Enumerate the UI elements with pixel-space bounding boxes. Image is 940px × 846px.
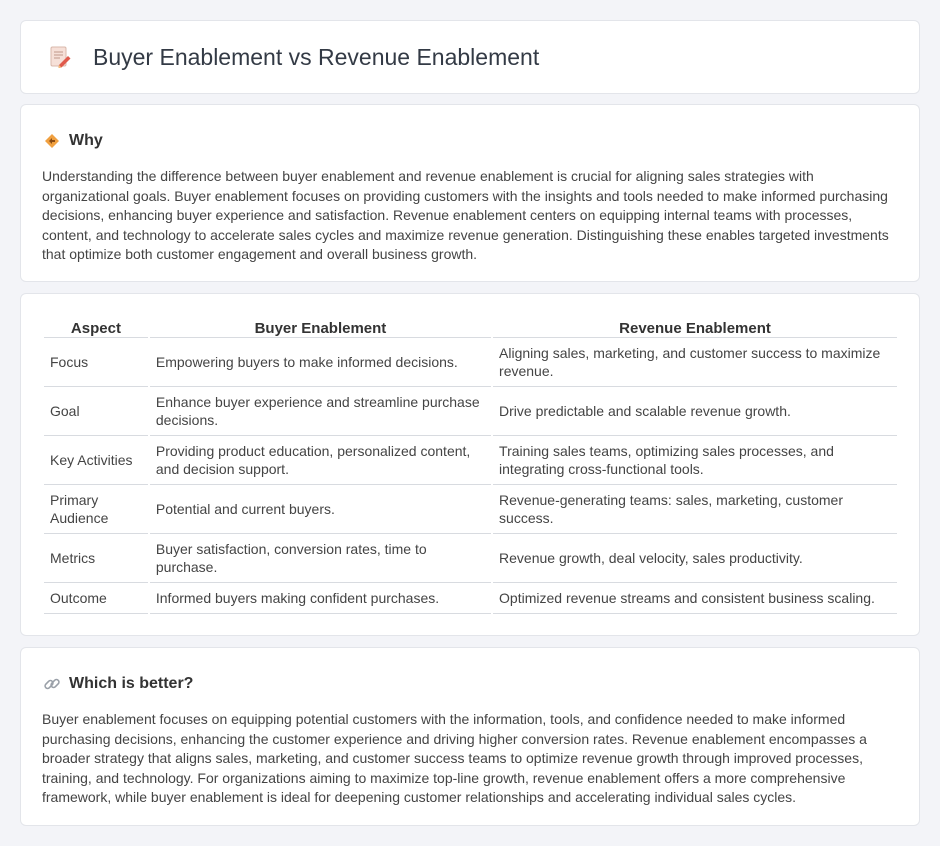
table-row: Metrics Buyer satisfaction, conversion r… — [44, 534, 897, 583]
column-header-buyer: Buyer Enablement — [149, 317, 492, 338]
why-text: Understanding the difference between buy… — [42, 168, 889, 262]
row-revenue: Revenue growth, deal velocity, sales pro… — [493, 534, 897, 583]
table-row: Goal Enhance buyer experience and stream… — [44, 387, 897, 436]
row-buyer: Providing product education, personalize… — [149, 436, 492, 485]
comparison-card: Aspect Buyer Enablement Revenue Enableme… — [20, 293, 920, 636]
table-row: Key Activities Providing product educati… — [44, 436, 897, 485]
table-header-row: Aspect Buyer Enablement Revenue Enableme… — [44, 317, 897, 338]
page-title: Buyer Enablement vs Revenue Enablement — [93, 43, 540, 70]
row-aspect: Outcome — [44, 583, 148, 614]
row-buyer: Enhance buyer experience and streamline … — [149, 387, 492, 436]
row-revenue: Drive predictable and scalable revenue g… — [493, 387, 897, 436]
title-card: Buyer Enablement vs Revenue Enablement — [20, 20, 920, 94]
row-buyer: Empowering buyers to make informed decis… — [149, 338, 492, 387]
why-section: Why Understanding the difference between… — [20, 104, 920, 282]
which-better-heading: Which is better? — [69, 675, 194, 692]
document-pencil-icon — [47, 44, 73, 70]
comparison-table: Aspect Buyer Enablement Revenue Enableme… — [42, 317, 899, 614]
row-aspect: Key Activities — [44, 436, 148, 485]
row-revenue: Revenue-generating teams: sales, marketi… — [493, 485, 897, 534]
link-icon — [43, 675, 61, 693]
which-better-section: Which is better? Buyer enablement focuse… — [20, 647, 920, 826]
row-revenue: Optimized revenue streams and consistent… — [493, 583, 897, 614]
row-aspect: Goal — [44, 387, 148, 436]
table-row: Primary Audience Potential and current b… — [44, 485, 897, 534]
why-heading: Why — [69, 132, 103, 149]
row-revenue: Training sales teams, optimizing sales p… — [493, 436, 897, 485]
column-header-aspect: Aspect — [44, 317, 148, 338]
table-row: Outcome Informed buyers making confident… — [44, 583, 897, 614]
row-buyer: Informed buyers making confident purchas… — [149, 583, 492, 614]
which-better-text: Buyer enablement focuses on equipping po… — [42, 711, 867, 805]
row-buyer: Potential and current buyers. — [149, 485, 492, 534]
row-aspect: Focus — [44, 338, 148, 387]
row-aspect: Metrics — [44, 534, 148, 583]
row-buyer: Buyer satisfaction, conversion rates, ti… — [149, 534, 492, 583]
column-header-revenue: Revenue Enablement — [493, 317, 897, 338]
row-aspect: Primary Audience — [44, 485, 148, 534]
row-revenue: Aligning sales, marketing, and customer … — [493, 338, 897, 387]
table-row: Focus Empowering buyers to make informed… — [44, 338, 897, 387]
diamond-arrows-icon — [43, 132, 61, 150]
